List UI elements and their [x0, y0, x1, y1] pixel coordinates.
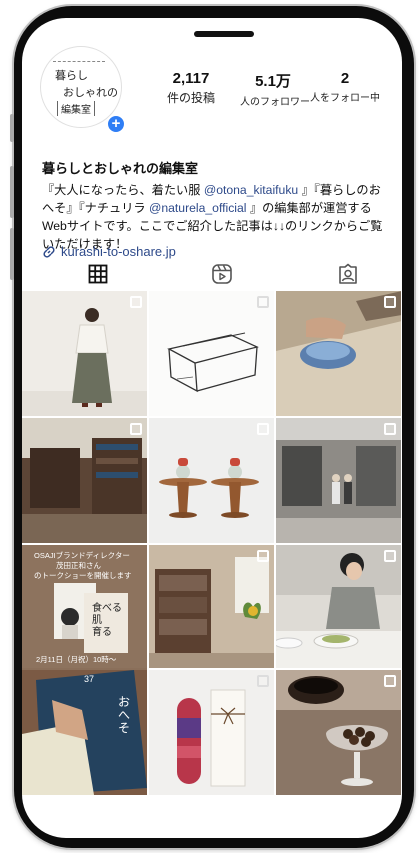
- bio-part-1: 『大人になったら、着たい服: [42, 183, 204, 197]
- post-image: [22, 291, 147, 416]
- post-9-woman-cooking[interactable]: [276, 545, 401, 670]
- event-title-line-2: 茂田正和さん: [56, 561, 101, 570]
- book-title-3: 育る: [92, 627, 112, 638]
- multi-photo-icon: [384, 675, 396, 687]
- link-icon: [43, 245, 55, 258]
- post-image: [276, 418, 401, 543]
- post-image: [276, 670, 401, 795]
- logo-dash: [53, 61, 105, 62]
- book-title-2: 肌: [92, 615, 102, 626]
- magazine-title: おへそ: [118, 695, 131, 735]
- post-6-storefront[interactable]: [276, 418, 401, 543]
- multi-photo-icon: [257, 550, 269, 562]
- post-12-coffee-glass[interactable]: [276, 670, 401, 795]
- post-image: [149, 291, 274, 416]
- post-4-shop-interior[interactable]: [22, 418, 147, 543]
- followers-count: 5.1万: [255, 73, 291, 90]
- multi-photo-icon: [130, 296, 142, 308]
- profile-tabs: [22, 262, 402, 290]
- following-label: 人をフォロー中: [310, 93, 380, 104]
- tab-reels[interactable]: [208, 262, 236, 286]
- profile-link[interactable]: kurashi-to-oshare.jp: [42, 244, 176, 259]
- tagged-icon: [339, 263, 357, 284]
- post-image: [22, 418, 147, 543]
- magazine-issue: 37: [84, 674, 95, 684]
- multi-photo-icon: [130, 423, 142, 435]
- posts-grid: OSAJIブランドディレクター 茂田正和さん のトークショーを開催します 食べる…: [22, 291, 402, 795]
- book-title-1: 食べる: [92, 603, 122, 614]
- post-image: [149, 418, 274, 543]
- profile-bio: 暮らしとおしゃれの編集室 『大人になったら、着たい服 @otona_kitaif…: [42, 158, 387, 253]
- screen: 暮らし おしゃれの 編集室 + 2,117 件の投稿 5.1万 人のフォロワー …: [22, 18, 402, 838]
- post-image: [149, 545, 274, 668]
- post-8-shelf-room[interactable]: [149, 545, 274, 670]
- multi-photo-icon: [257, 296, 269, 308]
- post-3-craft-hands[interactable]: [276, 291, 401, 416]
- profile-name: 暮らしとおしゃれの編集室: [42, 161, 199, 176]
- profile-header: 暮らし おしゃれの 編集室 + 2,117 件の投稿 5.1万 人のフォロワー …: [22, 18, 402, 153]
- tab-grid[interactable]: [84, 262, 112, 286]
- post-11-gift-box[interactable]: [149, 670, 274, 795]
- side-button-volume-up: [10, 166, 14, 218]
- mention-naturela[interactable]: @naturela_official: [149, 201, 247, 215]
- post-1-woman-outfit[interactable]: [22, 291, 147, 416]
- posts-count: 2,117: [172, 70, 210, 87]
- following-stat[interactable]: 2 人をフォロー中: [310, 70, 380, 104]
- multi-photo-icon: [257, 423, 269, 435]
- post-image: [276, 291, 401, 416]
- event-date: 2月11日（月祝）10時〜: [36, 655, 117, 664]
- post-2-box-sketch[interactable]: [149, 291, 274, 416]
- posts-label: 件の投稿: [166, 91, 215, 105]
- multi-photo-icon: [384, 550, 396, 562]
- reels-icon: [212, 264, 232, 284]
- multi-photo-icon: [257, 675, 269, 687]
- event-title-line-1: OSAJIブランドディレクター: [34, 551, 130, 560]
- side-button-silent: [10, 114, 14, 142]
- post-image: [276, 545, 401, 668]
- post-5-dolls-on-stands[interactable]: [149, 418, 274, 543]
- add-story-icon[interactable]: +: [106, 114, 126, 134]
- bio-text: 『大人になったら、着たい服 @otona_kitaifuku 』『暮らしのおへそ…: [42, 181, 387, 253]
- tab-tagged[interactable]: [334, 262, 362, 286]
- multi-photo-icon: [384, 296, 396, 308]
- link-text: kurashi-to-oshare.jp: [61, 244, 176, 259]
- post-10-magazine[interactable]: 37 おへそ: [22, 670, 147, 795]
- mention-otona[interactable]: @otona_kitaifuku: [204, 183, 298, 197]
- post-image: [149, 670, 274, 795]
- event-title-line-3: のトークショーを開催します: [34, 571, 132, 580]
- grid-icon: [88, 264, 108, 284]
- followers-stat[interactable]: 5.1万 人のフォロワー: [240, 70, 310, 108]
- avatar-logo-line-2: おしゃれの: [63, 86, 118, 99]
- avatar-logo-line-3: 編集室: [57, 101, 95, 116]
- post-7-talk-event[interactable]: OSAJIブランドディレクター 茂田正和さん のトークショーを開催します 食べる…: [22, 545, 147, 670]
- side-button-volume-down: [10, 228, 14, 280]
- posts-stat[interactable]: 2,117 件の投稿: [156, 70, 226, 106]
- following-count: 2: [340, 70, 350, 87]
- followers-label: 人のフォロワー: [240, 97, 310, 108]
- multi-photo-icon: [384, 423, 396, 435]
- book-title: 食べる肌育る: [92, 603, 122, 639]
- avatar-logo-line-1: 暮らし: [55, 69, 88, 82]
